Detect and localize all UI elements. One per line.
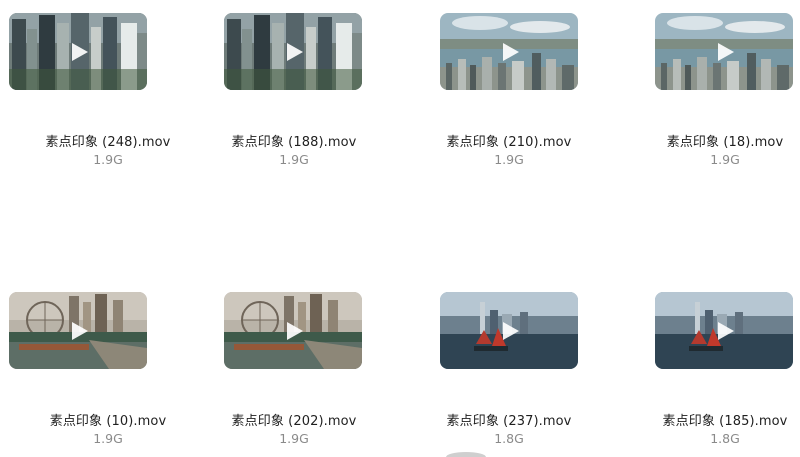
play-icon[interactable]	[717, 42, 735, 61]
video-thumbnail[interactable]	[9, 13, 147, 90]
file-size: 1.8G	[494, 431, 524, 446]
file-card[interactable]: 素点印象 (18).mov 1.9G	[617, 13, 800, 183]
video-thumbnail[interactable]	[224, 292, 362, 369]
play-icon[interactable]	[286, 321, 304, 340]
file-size: 1.9G	[93, 431, 123, 446]
file-name[interactable]: 素点印象 (10).mov	[0, 410, 216, 429]
file-name[interactable]: 素点印象 (18).mov	[617, 131, 800, 150]
video-thumbnail[interactable]	[224, 13, 362, 90]
file-size: 1.9G	[279, 431, 309, 446]
play-icon[interactable]	[502, 321, 520, 340]
file-card[interactable]: 素点印象 (188).mov 1.9G	[186, 13, 402, 183]
file-name[interactable]: 素点印象 (248).mov	[0, 131, 216, 150]
file-size: 1.9G	[494, 152, 524, 167]
file-size: 1.8G	[710, 431, 740, 446]
file-name[interactable]: 素点印象 (202).mov	[186, 410, 402, 429]
file-card[interactable]: 素点印象 (210).mov 1.9G	[401, 13, 617, 183]
file-size: 1.9G	[710, 152, 740, 167]
video-thumbnail[interactable]	[655, 292, 793, 369]
video-thumbnail[interactable]	[655, 13, 793, 90]
file-card[interactable]: 素点印象 (202).mov 1.9G	[186, 292, 402, 457]
file-card[interactable]: 素点印象 (248).mov 1.9G	[0, 13, 216, 183]
scroll-indicator[interactable]	[446, 452, 486, 457]
file-name[interactable]: 素点印象 (237).mov	[401, 410, 617, 429]
play-icon[interactable]	[717, 321, 735, 340]
file-name[interactable]: 素点印象 (188).mov	[186, 131, 402, 150]
play-icon[interactable]	[71, 42, 89, 61]
play-icon[interactable]	[71, 321, 89, 340]
video-thumbnail[interactable]	[440, 13, 578, 90]
file-size: 1.9G	[279, 152, 309, 167]
play-icon[interactable]	[286, 42, 304, 61]
file-card[interactable]: 素点印象 (10).mov 1.9G	[0, 292, 216, 457]
file-name[interactable]: 素点印象 (185).mov	[617, 410, 800, 429]
play-icon[interactable]	[502, 42, 520, 61]
file-size: 1.9G	[93, 152, 123, 167]
file-grid: 素点印象 (248).mov 1.9G 素点印象 (188).mov 1.9G …	[0, 0, 800, 457]
video-thumbnail[interactable]	[440, 292, 578, 369]
file-name[interactable]: 素点印象 (210).mov	[401, 131, 617, 150]
video-thumbnail[interactable]	[9, 292, 147, 369]
file-card[interactable]: 素点印象 (237).mov 1.8G	[401, 292, 617, 457]
file-card[interactable]: 素点印象 (185).mov 1.8G	[617, 292, 800, 457]
